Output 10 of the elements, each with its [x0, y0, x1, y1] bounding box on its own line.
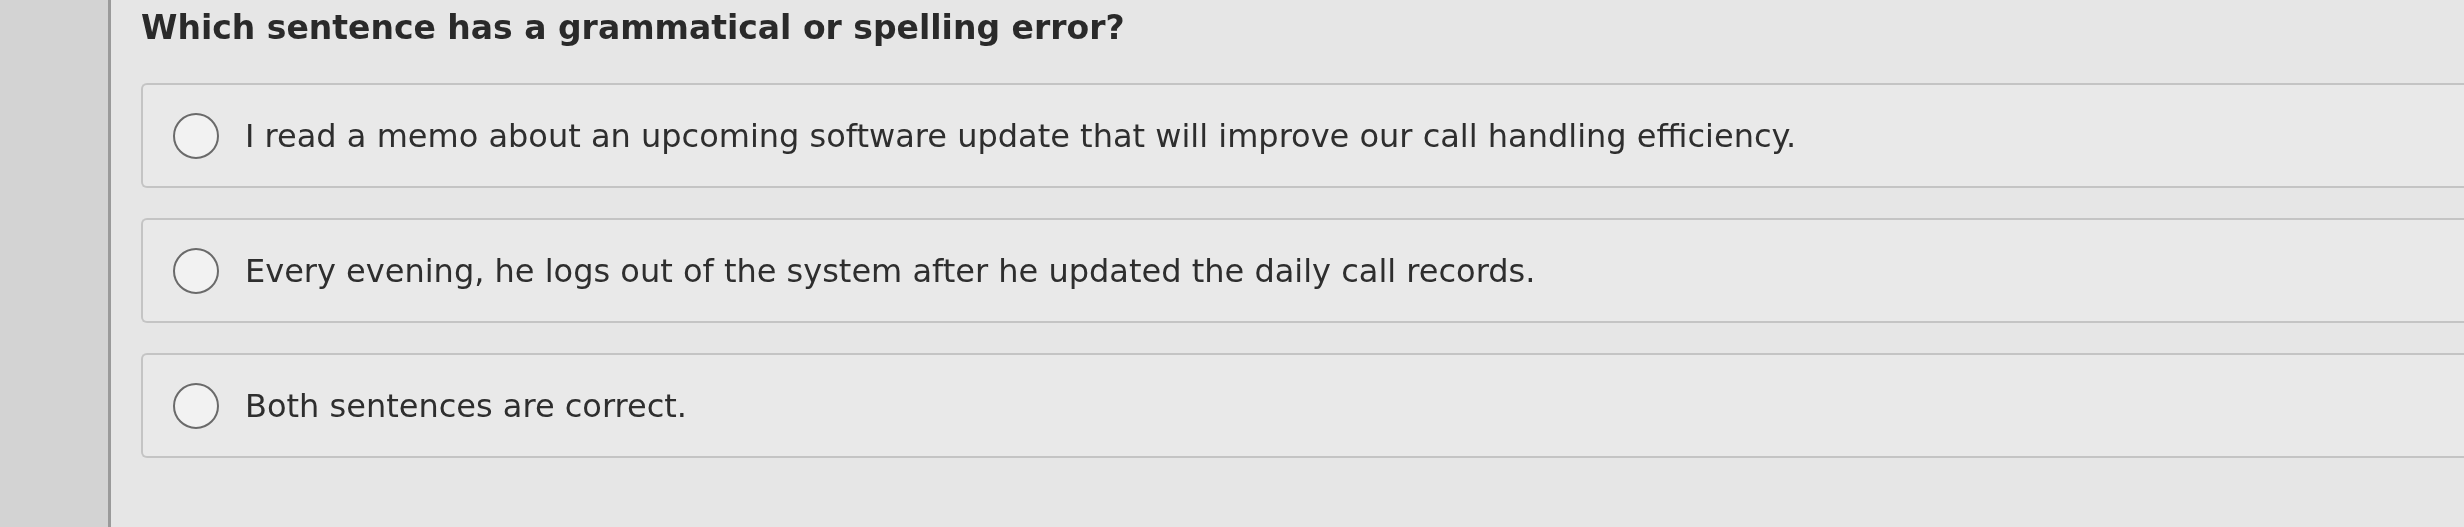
- answer-option[interactable]: Both sentences are correct.: [141, 353, 2464, 458]
- option-text: I read a memo about an upcoming software update that will improve our call handling efficiency.: [245, 116, 1797, 155]
- radio-button[interactable]: [173, 112, 219, 159]
- answer-option[interactable]: Every evening, he logs out of the system after he updated the daily call records.: [141, 218, 2464, 323]
- radio-button[interactable]: [173, 382, 219, 429]
- radio-button[interactable]: [173, 247, 219, 294]
- answer-option[interactable]: I read a memo about an upcoming software update that will improve our call handling efficiency.: [141, 83, 2464, 188]
- option-text: Both sentences are correct.: [245, 386, 687, 425]
- question-text: Which sentence has a grammatical or spelling error?: [141, 8, 1126, 47]
- option-text: Every evening, he logs out of the system after he updated the daily call records.: [245, 251, 1536, 290]
